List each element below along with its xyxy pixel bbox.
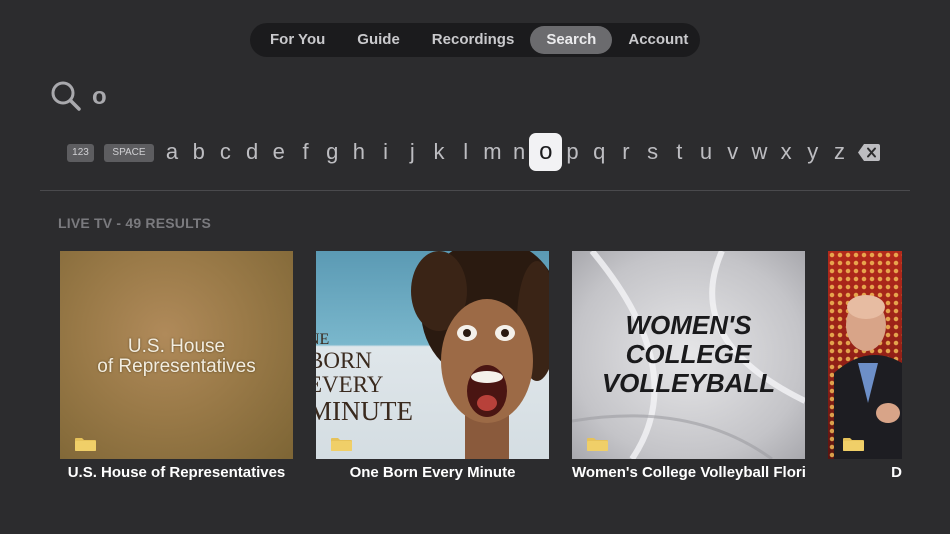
key-q[interactable]: q [587, 134, 611, 170]
search-query-text[interactable]: o [92, 83, 107, 111]
key-c[interactable]: c [213, 134, 237, 170]
key-b[interactable]: b [187, 134, 211, 170]
folder-icon [843, 438, 864, 451]
tab-for-you[interactable]: For You [254, 26, 341, 54]
key-a[interactable]: a [160, 134, 184, 170]
folder-icon [75, 438, 96, 451]
tab-guide[interactable]: Guide [341, 26, 416, 54]
numbers-key[interactable]: 123 [67, 144, 94, 162]
key-p[interactable]: p [561, 134, 585, 170]
thumbnail-art-text: WOMEN'S COLLEGE VOLLEYBALL [601, 310, 776, 398]
key-l[interactable]: l [454, 134, 478, 170]
result-card[interactable]: NE BORN EVERY MINUTE One Born Every Minu… [316, 251, 549, 481]
key-v[interactable]: v [721, 134, 745, 170]
key-e[interactable]: e [267, 134, 291, 170]
result-title: D [891, 464, 902, 481]
key-i[interactable]: i [374, 134, 398, 170]
result-card[interactable]: U.S. House of Representatives U.S. House… [60, 251, 293, 481]
key-d[interactable]: d [240, 134, 264, 170]
results-section-label: LIVE TV - 49 RESULTS [58, 215, 212, 231]
person-image [834, 295, 902, 459]
key-n[interactable]: n [507, 134, 531, 170]
folder-icon [331, 438, 352, 451]
key-x[interactable]: x [774, 134, 798, 170]
key-f[interactable]: f [294, 134, 318, 170]
result-thumbnail: NE BORN EVERY MINUTE [316, 251, 549, 459]
result-title: U.S. House of Representatives [67, 464, 286, 481]
top-nav: For You Guide Recordings Search Account [250, 23, 700, 57]
result-card[interactable]: WOMEN'S COLLEGE VOLLEYBALL Women's Colle… [572, 251, 805, 481]
tab-account[interactable]: Account [612, 26, 704, 54]
space-key[interactable]: SPACE [104, 144, 154, 162]
key-j[interactable]: j [400, 134, 424, 170]
key-y[interactable]: y [801, 134, 825, 170]
result-thumbnail [828, 251, 902, 459]
search-icon [51, 81, 81, 111]
key-g[interactable]: g [320, 134, 344, 170]
backspace-icon[interactable] [858, 144, 880, 161]
key-m[interactable]: m [480, 134, 504, 170]
tab-search[interactable]: Search [530, 26, 613, 54]
key-z[interactable]: z [828, 134, 852, 170]
key-t[interactable]: t [667, 134, 691, 170]
thumbnail-art-text: U.S. House of Representatives [97, 336, 256, 377]
key-o[interactable]: o [529, 133, 563, 171]
tab-recordings[interactable]: Recordings [416, 26, 531, 54]
folder-icon [587, 438, 608, 451]
key-k[interactable]: k [427, 134, 451, 170]
result-thumbnail: U.S. House of Representatives [60, 251, 293, 459]
key-u[interactable]: u [694, 134, 718, 170]
key-s[interactable]: s [641, 134, 665, 170]
key-h[interactable]: h [347, 134, 371, 170]
result-title: One Born Every Minute [349, 464, 516, 481]
key-w[interactable]: w [747, 134, 771, 170]
onscreen-keyboard: 123 SPACE abcdefghijklmnopqrstuvwxyz [0, 132, 950, 172]
result-card[interactable]: D [828, 251, 902, 481]
result-title: Women's College Volleyball Flori... [572, 464, 805, 481]
divider [40, 190, 910, 191]
result-thumbnail: WOMEN'S COLLEGE VOLLEYBALL [572, 251, 805, 459]
person-face-image [411, 251, 549, 459]
key-r[interactable]: r [614, 134, 638, 170]
